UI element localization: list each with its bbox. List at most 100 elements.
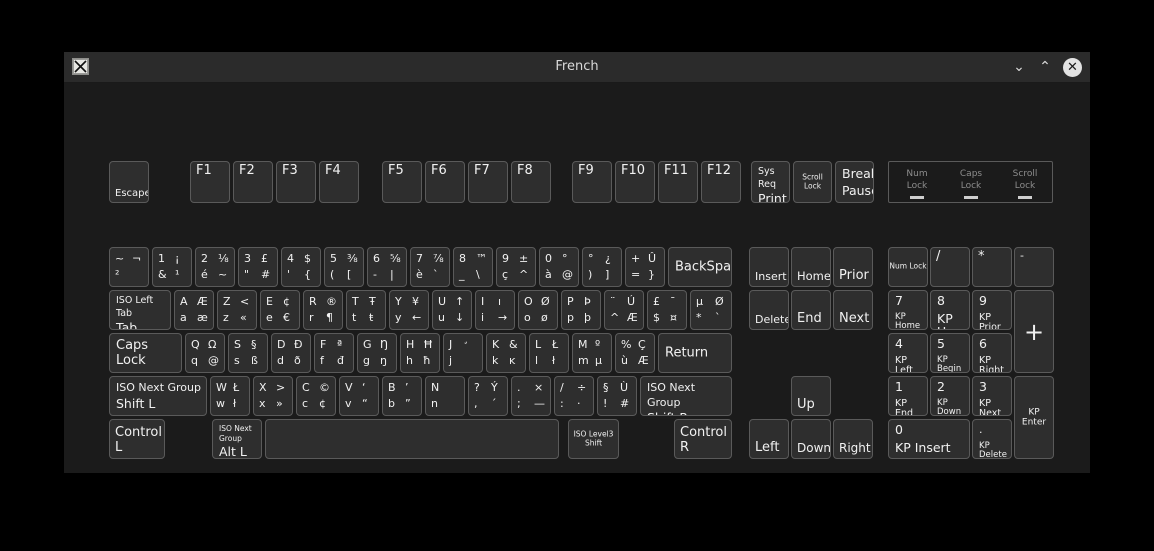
key-backspace[interactable]: BackSpace <box>668 247 732 287</box>
key-grave-tilde[interactable]: ~ ¬ ² <box>109 247 149 287</box>
key-exclam[interactable]: § Ù ! # <box>597 376 637 416</box>
key-g[interactable]: G Ŋ g ŋ <box>357 333 397 373</box>
key-home[interactable]: Home <box>791 247 831 287</box>
key-colon[interactable]: / ÷ : · <box>554 376 594 416</box>
key-6[interactable]: 6 ⅝ - | <box>367 247 407 287</box>
key-dead-circumflex[interactable]: ¨ Ú ^ Æ <box>604 290 644 330</box>
key-arrow-down[interactable]: Down <box>791 419 831 459</box>
key-dollar[interactable]: £ ¯ $ ¤ <box>647 290 687 330</box>
key-d[interactable]: D Ð d ð <box>271 333 311 373</box>
key-scroll-lock[interactable]: Scroll Lock <box>793 161 832 203</box>
key-n[interactable]: N n <box>425 376 465 416</box>
key-3[interactable]: 3 £ " # <box>238 247 278 287</box>
key-end[interactable]: End <box>791 290 831 330</box>
key-control-right[interactable]: Control R <box>674 419 732 459</box>
key-f7[interactable]: F7 <box>468 161 508 203</box>
key-insert[interactable]: Insert <box>749 247 789 287</box>
key-num-lock[interactable]: Num Lock <box>888 247 928 287</box>
key-delete[interactable]: Delete <box>749 290 789 330</box>
key-control-left[interactable]: Control L <box>109 419 165 459</box>
key-f12[interactable]: F12 <box>701 161 741 203</box>
key-7[interactable]: 7 ⅞ è ` <box>410 247 450 287</box>
key-1[interactable]: 1 ¡ & ¹ <box>152 247 192 287</box>
key-j[interactable]: J ̛ j <box>443 333 483 373</box>
key-kp-1[interactable]: 1 KP End <box>888 376 928 416</box>
key-c[interactable]: C © c ¢ <box>296 376 336 416</box>
key-f2[interactable]: F2 <box>233 161 273 203</box>
key-kp-add[interactable]: + <box>1014 290 1054 373</box>
key-q[interactable]: Q Ω q @ <box>185 333 225 373</box>
key-caps-lock[interactable]: Caps Lock <box>109 333 182 373</box>
key-kp-divide[interactable]: / <box>930 247 970 287</box>
key-f8[interactable]: F8 <box>511 161 551 203</box>
key-z[interactable]: Z < z « <box>217 290 257 330</box>
key-o[interactable]: O Ø o ø <box>518 290 558 330</box>
key-h[interactable]: H Ħ h ħ <box>400 333 440 373</box>
key-semicolon[interactable]: . × ; — <box>511 376 551 416</box>
key-arrow-left[interactable]: Left <box>749 419 789 459</box>
key-kp-enter[interactable]: KP Enter <box>1014 376 1054 459</box>
key-next[interactable]: Next <box>833 290 873 330</box>
key-b[interactable]: B ’ b ” <box>382 376 422 416</box>
key-level3-shift[interactable]: ISO Level3 Shift <box>568 419 619 459</box>
key-asterisk[interactable]: µ Ø * ` <box>690 290 732 330</box>
key-f11[interactable]: F11 <box>658 161 698 203</box>
key-k[interactable]: K & k ĸ <box>486 333 526 373</box>
key-l[interactable]: L Ł l ł <box>529 333 569 373</box>
key-f9[interactable]: F9 <box>572 161 612 203</box>
key-i[interactable]: I ı i → <box>475 290 515 330</box>
key-a[interactable]: A Æ a æ <box>174 290 214 330</box>
key-4[interactable]: 4 $ ' { <box>281 247 321 287</box>
key-equal-plus[interactable]: + Û = } <box>625 247 665 287</box>
key-e[interactable]: E ¢ e € <box>260 290 300 330</box>
key-ugrave[interactable]: % Ç ù Æ <box>615 333 655 373</box>
key-kp-5[interactable]: 5 KP Begin <box>930 333 970 373</box>
minimize-icon[interactable]: ⌄ <box>1011 60 1027 74</box>
key-arrow-up[interactable]: Up <box>791 376 831 416</box>
key-shift-right[interactable]: ISO Next Group Shift R <box>640 376 732 416</box>
key-kp-6[interactable]: 6 KP Right <box>972 333 1012 373</box>
key-comma[interactable]: ? Ý , ´ <box>468 376 508 416</box>
key-degree[interactable]: ° ¿ ) ] <box>582 247 622 287</box>
key-y[interactable]: Y ¥ y ← <box>389 290 429 330</box>
key-f6[interactable]: F6 <box>425 161 465 203</box>
key-kp-multiply[interactable]: * <box>972 247 1012 287</box>
key-w[interactable]: W Ł w ł <box>210 376 250 416</box>
key-kp-4[interactable]: 4 KP Left <box>888 333 928 373</box>
key-arrow-right[interactable]: Right <box>833 419 873 459</box>
key-m[interactable]: M º m µ <box>572 333 612 373</box>
key-kp-3[interactable]: 3 KP Next <box>972 376 1012 416</box>
key-print-sysrq[interactable]: Sys Req Print <box>751 161 790 203</box>
maximize-icon[interactable]: ⌃ <box>1037 60 1053 74</box>
key-f[interactable]: F ª f đ <box>314 333 354 373</box>
key-f5[interactable]: F5 <box>382 161 422 203</box>
key-p[interactable]: P Þ p þ <box>561 290 601 330</box>
key-kp-7[interactable]: 7 KP Home <box>888 290 928 330</box>
key-t[interactable]: T Ŧ t ŧ <box>346 290 386 330</box>
key-f4[interactable]: F4 <box>319 161 359 203</box>
key-f3[interactable]: F3 <box>276 161 316 203</box>
key-u[interactable]: U ↑ u ↓ <box>432 290 472 330</box>
key-break-pause[interactable]: Break Pause <box>835 161 874 203</box>
key-9[interactable]: 9 ± ç ^ <box>496 247 536 287</box>
key-f1[interactable]: F1 <box>190 161 230 203</box>
key-0[interactable]: 0 ° à @ <box>539 247 579 287</box>
key-kp-8[interactable]: 8 KP Up <box>930 290 970 330</box>
key-r[interactable]: R ® r ¶ <box>303 290 343 330</box>
key-kp-2[interactable]: 2 KP Down <box>930 376 970 416</box>
key-shift-left[interactable]: ISO Next Group Shift L <box>109 376 207 416</box>
key-f10[interactable]: F10 <box>615 161 655 203</box>
key-kp-9[interactable]: 9 KP Prior <box>972 290 1012 330</box>
key-space[interactable] <box>265 419 559 459</box>
key-escape[interactable]: Escape <box>109 161 149 203</box>
key-s[interactable]: S § s ß <box>228 333 268 373</box>
key-2[interactable]: 2 ⅛ é ~ <box>195 247 235 287</box>
key-prior[interactable]: Prior <box>833 247 873 287</box>
key-alt-left[interactable]: ISO Next Group Alt L <box>212 419 262 459</box>
key-5[interactable]: 5 ⅜ ( [ <box>324 247 364 287</box>
key-kp-subtract[interactable]: - <box>1014 247 1054 287</box>
key-tab[interactable]: ISO Left Tab Tab <box>109 290 171 330</box>
key-return[interactable]: Return <box>658 333 732 373</box>
key-v[interactable]: V ‘ v “ <box>339 376 379 416</box>
close-icon[interactable]: ✕ <box>1063 57 1082 77</box>
